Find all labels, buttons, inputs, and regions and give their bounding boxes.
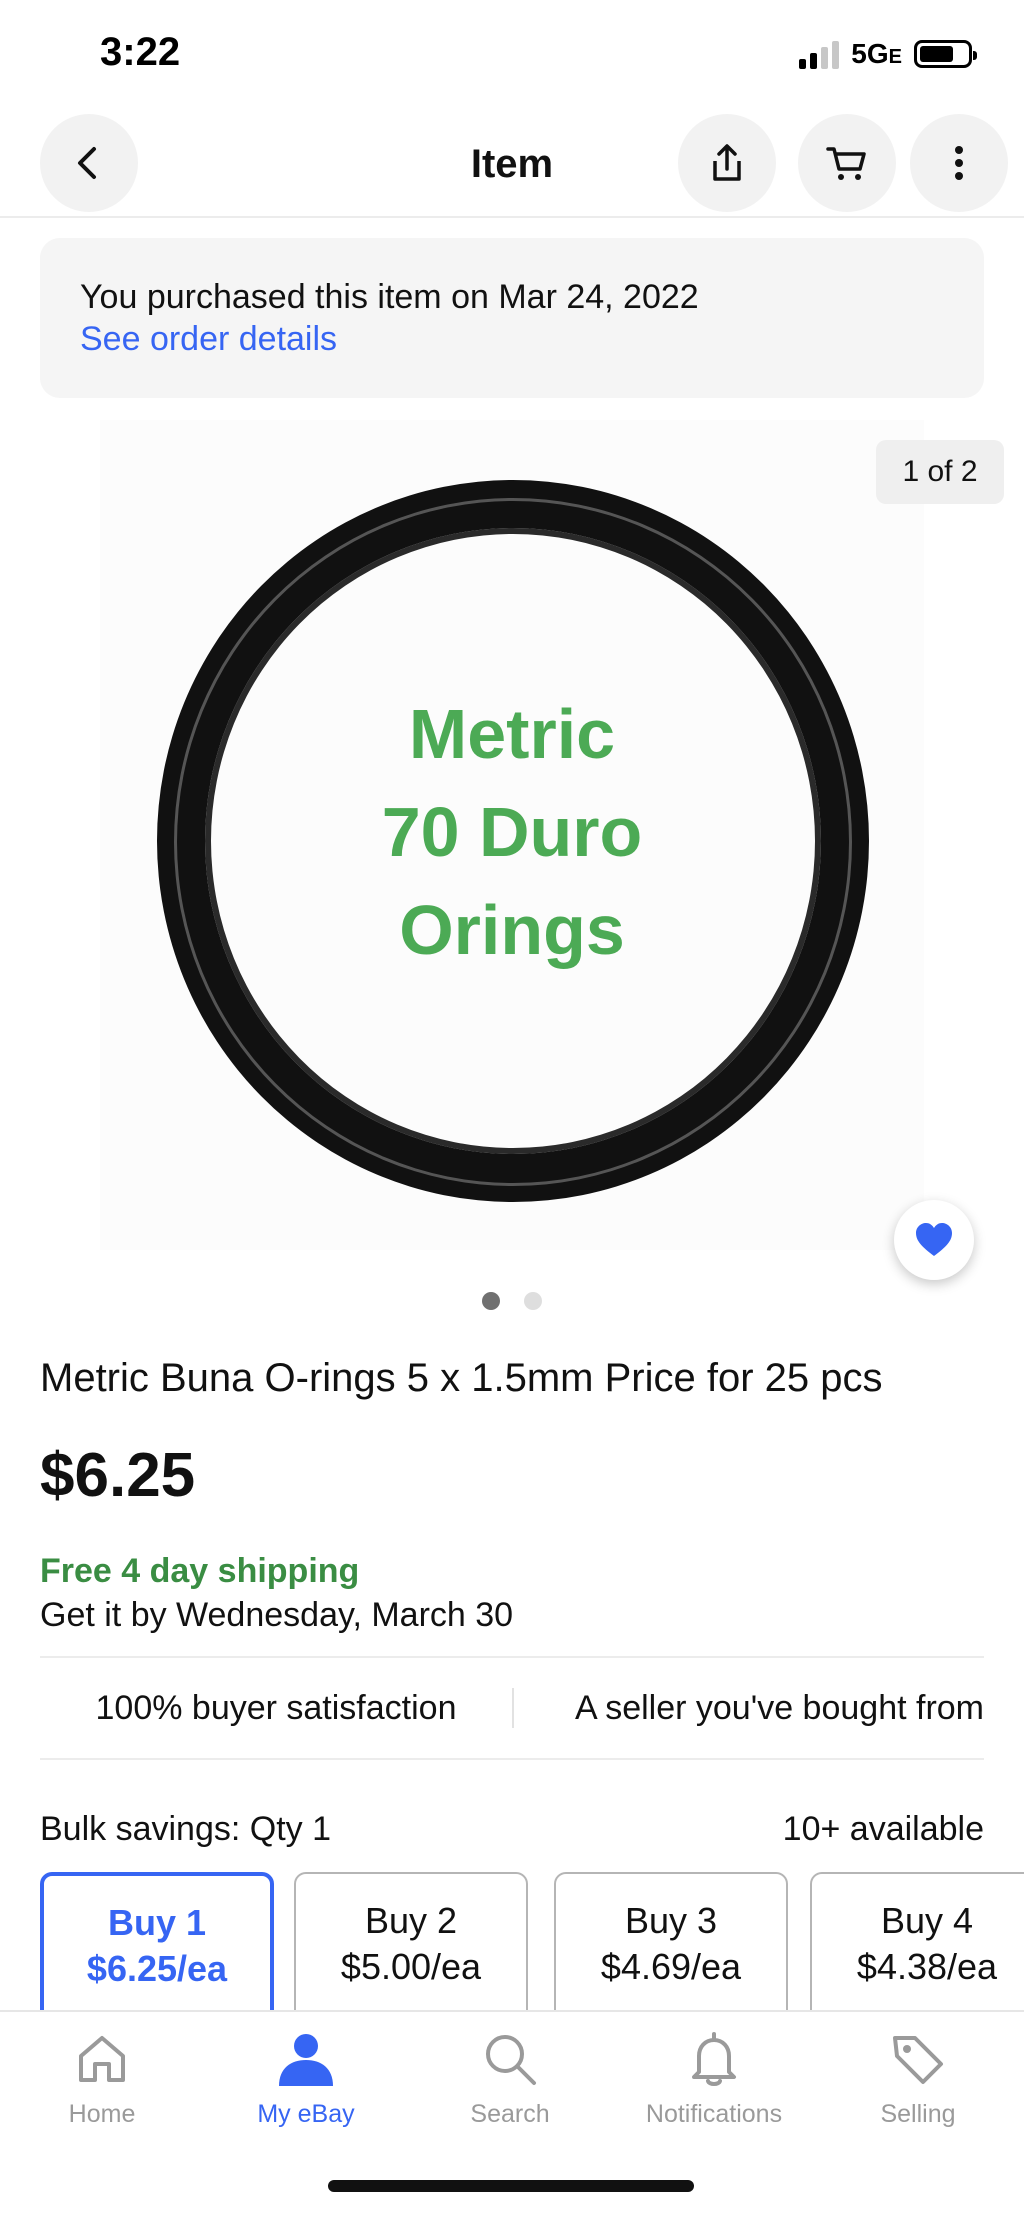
tier-price: $4.38/ea (856, 1946, 998, 1987)
heart-icon (916, 1223, 952, 1256)
purchase-banner: You purchased this item on Mar 24, 2022 … (40, 238, 984, 398)
product-image[interactable]: Metric 70 Duro Orings (100, 420, 924, 1250)
person-icon (279, 2034, 333, 2086)
tab-selling[interactable]: Selling (816, 2028, 1020, 2129)
tab-notifications[interactable]: Notifications (612, 2028, 816, 2129)
tab-label: Notifications (645, 2100, 783, 2128)
battery-icon (914, 40, 977, 68)
tier-quantity: Buy 1 (107, 1902, 207, 1943)
buyer-satisfaction: 100% buyer satisfaction (95, 1688, 457, 1727)
see-order-details-link[interactable]: See order details (80, 318, 337, 360)
bulk-tier-option[interactable]: Buy 1 $6.25/ea (40, 1872, 274, 2012)
status-indicators: 5GE (799, 38, 977, 70)
item-title: Metric Buna O-rings 5 x 1.5mm Price for … (40, 1356, 883, 1400)
header: Item (0, 110, 1024, 218)
network-label: 5GE (851, 38, 902, 69)
tab-label: Selling (880, 2100, 956, 2128)
more-options-button[interactable] (910, 114, 1008, 212)
pager-dot[interactable] (524, 1292, 542, 1310)
tier-price: $4.69/ea (600, 1946, 742, 1987)
seller-relation: A seller you've bought from (574, 1688, 984, 1727)
image-text-line: 70 Duro (381, 793, 643, 871)
status-time: 3:22 (100, 30, 181, 74)
share-icon (713, 144, 741, 181)
tab-my-ebay[interactable]: My eBay (204, 2028, 408, 2129)
tier-quantity: Buy 4 (880, 1900, 974, 1941)
tag-icon (893, 2036, 943, 2084)
bulk-tier-list: Buy 1 $6.25/ea Buy 2 $5.00/ea Buy 3 $4.6… (40, 1872, 1024, 2012)
tab-label: My eBay (257, 2100, 355, 2128)
tier-quantity: Buy 2 (364, 1900, 458, 1941)
purchase-text: You purchased this item on Mar 24, 2022 (80, 278, 699, 316)
tab-home[interactable]: Home (0, 2028, 204, 2129)
signal-icon (799, 39, 840, 69)
tab-search[interactable]: Search (408, 2028, 612, 2129)
tier-quantity: Buy 3 (624, 1900, 718, 1941)
image-text-line: Metric (408, 695, 616, 773)
bulk-tier-option[interactable]: Buy 2 $5.00/ea (294, 1872, 528, 2012)
seller-info-row: 100% buyer satisfaction A seller you've … (40, 1656, 984, 1760)
tab-label: Home (68, 2100, 136, 2128)
home-indicator[interactable] (328, 2180, 694, 2192)
bulk-savings-label: Bulk savings: Qty 1 (40, 1810, 332, 1848)
more-vertical-icon (955, 146, 963, 180)
share-button[interactable] (678, 114, 776, 212)
bulk-tier-option[interactable]: Buy 3 $4.69/ea (554, 1872, 788, 2012)
chevron-left-icon (78, 147, 96, 179)
back-button[interactable] (40, 114, 138, 212)
bell-icon (692, 2032, 736, 2086)
image-text-line: Orings (399, 891, 625, 969)
cart-icon (826, 147, 866, 180)
cart-button[interactable] (798, 114, 896, 212)
tab-label: Search (470, 2100, 550, 2128)
delivery-estimate: Get it by Wednesday, March 30 (40, 1596, 514, 1634)
status-bar: 3:22 5GE (0, 0, 1024, 110)
tier-price: $6.25/ea (86, 1948, 228, 1989)
image-pager (0, 1292, 1024, 1310)
pager-dot[interactable] (482, 1292, 500, 1310)
search-icon (486, 2035, 536, 2085)
home-icon (79, 2036, 125, 2082)
tier-price: $5.00/ea (340, 1946, 482, 1987)
watchlist-button[interactable] (894, 1200, 974, 1280)
item-price: $6.25 (40, 1441, 196, 1510)
availability-label: 10+ available (782, 1810, 984, 1848)
shipping-label: Free 4 day shipping (40, 1552, 360, 1590)
bulk-tier-option[interactable]: Buy 4 $4.38/ea (810, 1872, 1024, 2012)
image-counter: 1 of 2 (876, 440, 1004, 504)
